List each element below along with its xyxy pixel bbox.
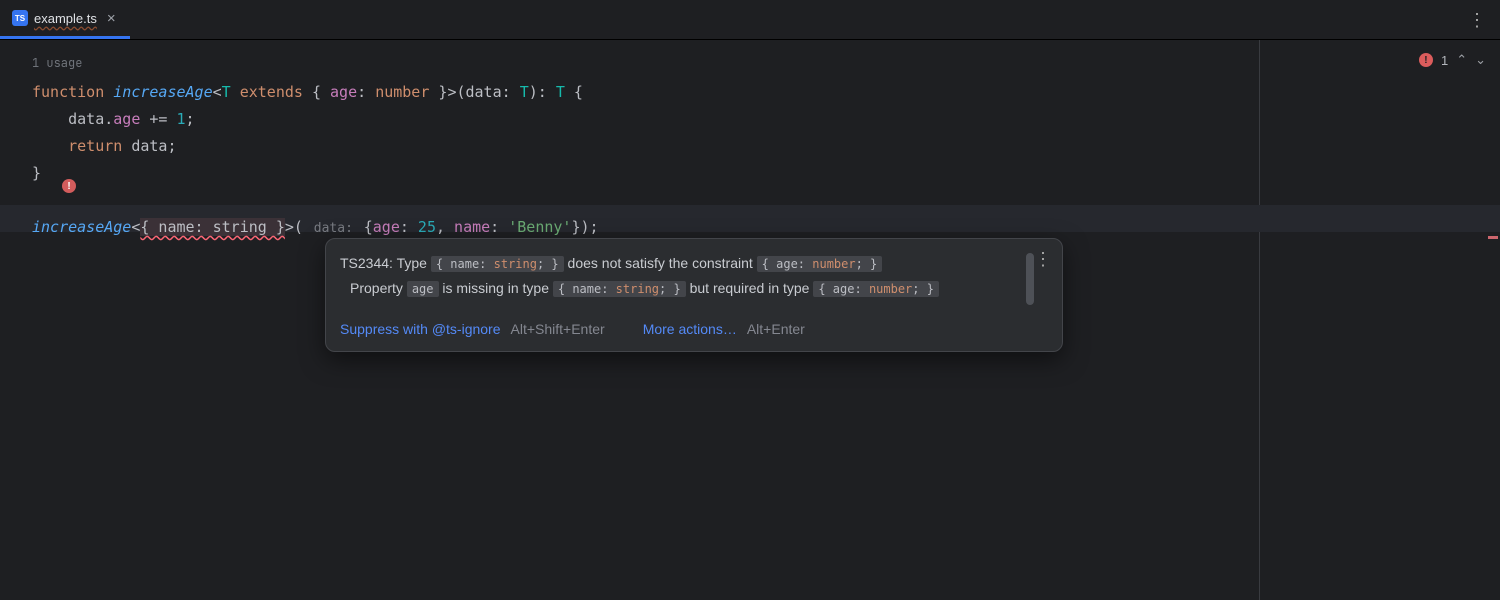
next-error-icon[interactable]: ⌄ (1475, 52, 1486, 68)
code-line-1[interactable]: function increaseAge<T extends { age: nu… (32, 79, 1500, 106)
code-line-2[interactable]: data.age += 1; (32, 106, 1500, 133)
editor: ! 1 ⌃ ⌄ ! 1 usage function increaseAge<T… (0, 40, 1500, 600)
tooltip-more-icon[interactable]: ⋮ (1034, 247, 1052, 271)
tooltip-message: ⋮ TS2344: Type { name: string; } does no… (326, 239, 1062, 311)
error-span[interactable]: { name: string } (140, 218, 285, 236)
suppress-shortcut: Alt+Shift+Enter (511, 321, 605, 337)
suppress-ts-ignore-link[interactable]: Suppress with @ts-ignore (340, 321, 501, 337)
more-actions-link[interactable]: More actions… (643, 321, 737, 337)
code-line-4[interactable]: } (32, 160, 1500, 187)
typescript-file-icon: TS (12, 10, 28, 26)
parameter-hint: data: (303, 221, 364, 236)
more-actions-shortcut: Alt+Enter (747, 321, 805, 337)
tab-more-icon[interactable]: ⋮ (1468, 10, 1486, 31)
error-stripe-marker[interactable] (1488, 236, 1498, 239)
error-tooltip: ⋮ TS2344: Type { name: string; } does no… (325, 238, 1063, 352)
inspections-widget[interactable]: ! 1 ⌃ ⌄ (1260, 40, 1500, 80)
tab-filename: example.ts (34, 11, 97, 26)
tab-example-ts[interactable]: TS example.ts × (0, 0, 130, 39)
error-badge-icon: ! (1419, 53, 1433, 67)
close-icon[interactable]: × (103, 9, 120, 28)
prev-error-icon[interactable]: ⌃ (1456, 52, 1467, 68)
tooltip-actions: Suppress with @ts-ignore Alt+Shift+Enter… (326, 311, 1062, 351)
tab-bar: TS example.ts × ⋮ (0, 0, 1500, 40)
code-line-5[interactable] (32, 187, 1500, 214)
error-count: 1 (1441, 53, 1448, 68)
tooltip-scrollbar[interactable] (1026, 253, 1034, 305)
code-line-3[interactable]: return data; (32, 133, 1500, 160)
